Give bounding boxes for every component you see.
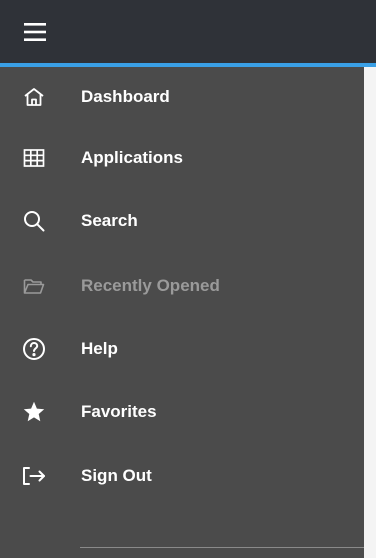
- nav-item-label: Search: [81, 211, 138, 230]
- nav-item-sign-out[interactable]: Sign Out: [0, 448, 364, 504]
- nav-item-search[interactable]: Search: [0, 193, 364, 249]
- folder-open-icon: [20, 272, 48, 300]
- sign-out-icon: [20, 462, 48, 490]
- nav-item-label: Applications: [81, 148, 184, 167]
- menu-toggle-button[interactable]: [20, 18, 50, 46]
- top-bar: [0, 0, 376, 63]
- app-frame: Dashboard Applications Search Recently O…: [0, 0, 376, 558]
- nav-item-applications[interactable]: Applications: [0, 130, 364, 186]
- star-icon: [20, 398, 48, 426]
- home-icon: [20, 83, 48, 111]
- drawer-bottom-divider: [80, 547, 364, 548]
- search-icon: [20, 207, 48, 235]
- page-content-edge: [364, 0, 376, 558]
- nav-item-label: Dashboard: [81, 87, 170, 106]
- nav-item-dashboard[interactable]: Dashboard: [0, 69, 364, 125]
- nav-item-label: Sign Out: [81, 466, 152, 485]
- top-bar-accent-line: [0, 63, 376, 67]
- nav-item-recently-opened[interactable]: Recently Opened: [0, 258, 364, 314]
- hamburger-icon: [24, 23, 46, 41]
- nav-item-help[interactable]: Help: [0, 321, 364, 377]
- nav-item-label: Help: [81, 339, 118, 358]
- nav-item-favorites[interactable]: Favorites: [0, 384, 364, 440]
- help-circle-icon: [20, 335, 48, 363]
- grid-icon: [20, 144, 48, 172]
- nav-item-label: Favorites: [81, 402, 157, 421]
- nav-item-label: Recently Opened: [81, 276, 220, 295]
